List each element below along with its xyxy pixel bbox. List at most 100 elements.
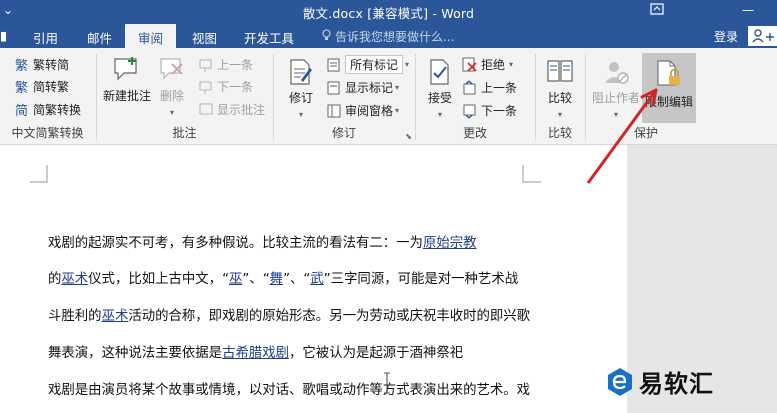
text-cursor-icon	[384, 372, 390, 394]
doc-text: 仪式，比如上古中文，“	[88, 272, 230, 287]
login-link[interactable]: 登录	[714, 28, 738, 45]
prev-change-button[interactable]: 上一条	[462, 79, 517, 96]
prev-comment-button[interactable]: 上一条	[198, 56, 253, 73]
delete-comment-button[interactable]: 删除 ▾	[153, 56, 191, 118]
simp-to-trad-icon: 繁	[14, 79, 30, 96]
conversion-button[interactable]: 简 简繁转换	[14, 101, 81, 119]
chevron-down-icon: ▾	[557, 110, 562, 119]
track-changes-icon	[290, 59, 312, 85]
doc-text: ”、“	[283, 272, 311, 287]
group-label-tracking: 修订	[331, 126, 356, 140]
doc-line: 的巫术仪式，比如上古中文，“巫”、“舞”、“武”三字同源，可能是对一种艺术战	[48, 267, 526, 287]
markup-select[interactable]: 所有标记 ▾	[326, 55, 409, 74]
conversion-icon: 简	[14, 102, 30, 119]
group-label-compare: 比较	[547, 126, 572, 140]
title-bar: ⌄ 散文.docx [兼容模式] - Word —	[0, 0, 777, 22]
tell-me-search[interactable]: 告诉我您想要做什么...	[322, 28, 454, 45]
tab-references[interactable]: 引用	[33, 28, 58, 47]
simp-to-trad-button[interactable]: 繁 简转繁	[14, 78, 69, 96]
tab-mailings[interactable]: 邮件	[87, 28, 112, 47]
accept-button[interactable]: 接受 ▾	[422, 58, 458, 120]
show-markup-button[interactable]: 显示标记 ▾	[326, 79, 399, 96]
delete-comment-icon	[160, 58, 183, 80]
share-button[interactable]	[748, 26, 777, 46]
lightbulb-icon	[322, 29, 331, 44]
doc-text: 戏剧是由演员将某个故事或情境，以对话、歌唱或动作等方式表演出来的艺术。戏	[48, 383, 531, 398]
group-compare: 比较 ▾ 比较	[536, 48, 584, 144]
hyperlink[interactable]: 巫	[229, 272, 242, 287]
prev-comment-icon	[198, 57, 214, 73]
accept-icon	[430, 59, 449, 85]
next-change-button[interactable]: 下一条	[462, 102, 517, 119]
doc-line: 舞表演，这种说法主要依据是古希腊戏剧，它被认为是起源于酒神祭祀	[48, 341, 526, 361]
chevron-down-icon: ▾	[395, 106, 400, 115]
track-changes-button[interactable]: 修订 ▾	[282, 58, 320, 120]
next-comment-icon	[198, 79, 214, 95]
doc-line: 戏剧是由演员将某个故事或情境，以对话、歌唱或动作等方式表演出来的艺术。戏	[48, 378, 530, 398]
group-chinese-conversion: 繁 繁转简 繁 简转繁 简 简繁转换 中文简繁转换	[0, 48, 95, 144]
svg-text:繁: 繁	[15, 80, 28, 95]
tab-view[interactable]: 视图	[192, 28, 217, 47]
doc-text: 的	[48, 272, 62, 287]
doc-text: 戏剧的起源实不可考，有多种假说。比较主流的看法有二：一为	[48, 236, 423, 251]
group-label-changes: 更改	[462, 126, 487, 140]
dialog-launcher-icon[interactable]: ⬊	[405, 132, 412, 141]
hyperlink[interactable]: 巫术	[102, 309, 129, 324]
trad-to-simp-button[interactable]: 繁 繁转简	[14, 56, 69, 74]
tab-partial[interactable]: ■	[0, 28, 6, 43]
tell-me-text: 告诉我您想要做什么...	[335, 30, 455, 44]
group-comments: 新建批注 删除 ▾ 上一条 下一条 显示批注 批注	[97, 48, 272, 144]
compare-button[interactable]: 比较 ▾	[540, 58, 580, 120]
svg-text:简: 简	[15, 103, 28, 118]
tab-developer[interactable]: 开发工具	[244, 28, 294, 47]
ribbon-tabs: ■ 引用 邮件 审阅 视图 开发工具 告诉我您想要做什么... 登录	[0, 22, 777, 48]
e-logo-icon	[608, 367, 632, 396]
next-comment-button[interactable]: 下一条	[198, 78, 253, 95]
doc-text: ，它被认为是起源于酒神祭祀	[289, 346, 464, 361]
chevron-down-icon: ▾	[395, 83, 400, 92]
hyperlink[interactable]: 舞	[270, 272, 283, 287]
chevron-down-icon: ▾	[169, 108, 174, 117]
chevron-down-icon: ▾	[437, 110, 442, 119]
tab-review[interactable]: 审阅	[125, 24, 177, 48]
next-change-icon	[462, 103, 478, 119]
doc-text: ”、“	[242, 272, 270, 287]
doc-text: ”三字同源，可能是对一种艺术战	[323, 272, 519, 287]
hyperlink[interactable]: 武	[310, 272, 323, 287]
hyperlink[interactable]: 巫术	[61, 272, 88, 287]
chevron-down-icon: ▾	[405, 60, 410, 69]
doc-text: 舞表演，这种说法主要依据是	[48, 346, 223, 361]
group-label-chinese-conversion: 中文简繁转换	[11, 126, 84, 140]
watermark-text: 易软汇	[639, 370, 714, 398]
reject-button[interactable]: 拒绝 ▾	[462, 56, 513, 73]
doc-line: 戏剧的起源实不可考，有多种假说。比较主流的看法有二：一为原始宗教	[48, 231, 526, 251]
markup-icon	[326, 57, 342, 73]
show-markup-icon	[326, 80, 342, 96]
prev-change-icon	[462, 80, 478, 96]
svg-text:繁: 繁	[15, 58, 28, 73]
minimize-button[interactable]: —	[742, 3, 754, 17]
watermark-logo: 易软汇	[607, 364, 714, 399]
reject-icon	[462, 57, 478, 73]
group-tracking: 修订 ▾ 所有标记 ▾ 显示标记 ▾ 审阅窗格 ▾ 修订 ⬊	[274, 48, 414, 144]
reviewing-pane-icon	[326, 103, 342, 119]
reviewing-pane-button[interactable]: 审阅窗格 ▾	[326, 102, 399, 119]
crop-mark-left	[30, 165, 48, 183]
ribbon-display-options-icon[interactable]	[650, 3, 664, 18]
show-comments-button[interactable]: 显示批注	[198, 101, 265, 118]
chevron-down-icon: ▾	[509, 60, 514, 69]
group-changes: 接受 ▾ 拒绝 ▾ 上一条 下一条 更改	[416, 48, 534, 144]
crop-mark-right	[522, 165, 541, 183]
doc-text: 活动的合称，即戏剧的原始形态。另一为劳动或庆祝丰收时的即兴歌	[128, 309, 531, 324]
doc-text: 斗胜利的	[48, 309, 102, 324]
annotation-arrow	[586, 88, 658, 184]
show-comments-icon	[198, 102, 214, 118]
doc-line: 斗胜利的巫术活动的合称，即戏剧的原始形态。另一为劳动或庆祝丰收时的即兴歌	[48, 304, 530, 324]
hyperlink[interactable]: 原始宗教	[423, 236, 477, 251]
hyperlink[interactable]: 古希腊戏剧	[222, 346, 289, 361]
new-comment-button[interactable]: 新建批注	[101, 56, 153, 104]
trad-to-simp-icon: 繁	[14, 57, 30, 74]
new-comment-icon	[114, 57, 137, 81]
person-share-icon	[752, 29, 774, 43]
chevron-down-icon: ▾	[298, 110, 303, 119]
